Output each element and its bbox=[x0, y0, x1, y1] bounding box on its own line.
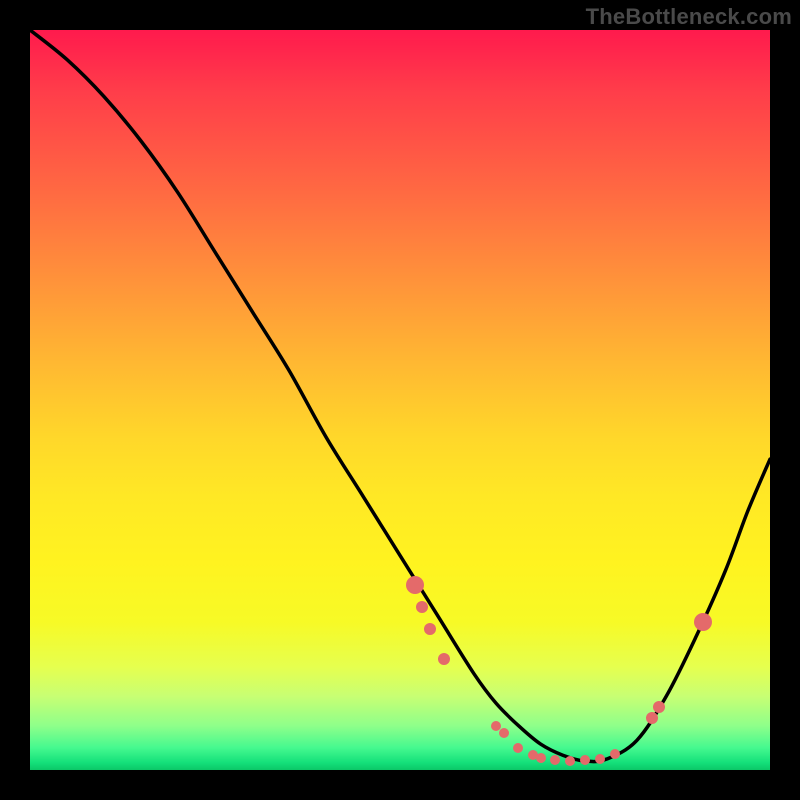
data-marker bbox=[550, 755, 560, 765]
data-marker bbox=[513, 743, 523, 753]
plot-area bbox=[30, 30, 770, 770]
data-marker bbox=[406, 576, 424, 594]
curve-svg bbox=[30, 30, 770, 770]
data-marker bbox=[595, 754, 605, 764]
data-marker bbox=[610, 749, 620, 759]
data-marker bbox=[416, 601, 428, 613]
data-marker bbox=[536, 753, 546, 763]
bottleneck-curve bbox=[30, 30, 770, 762]
data-marker bbox=[438, 653, 450, 665]
watermark-text: TheBottleneck.com bbox=[586, 4, 792, 30]
chart-stage: TheBottleneck.com bbox=[0, 0, 800, 800]
data-marker bbox=[499, 728, 509, 738]
data-marker bbox=[424, 623, 436, 635]
data-marker bbox=[694, 613, 712, 631]
data-marker bbox=[565, 756, 575, 766]
data-marker bbox=[646, 712, 658, 724]
data-marker bbox=[653, 701, 665, 713]
data-marker bbox=[580, 755, 590, 765]
